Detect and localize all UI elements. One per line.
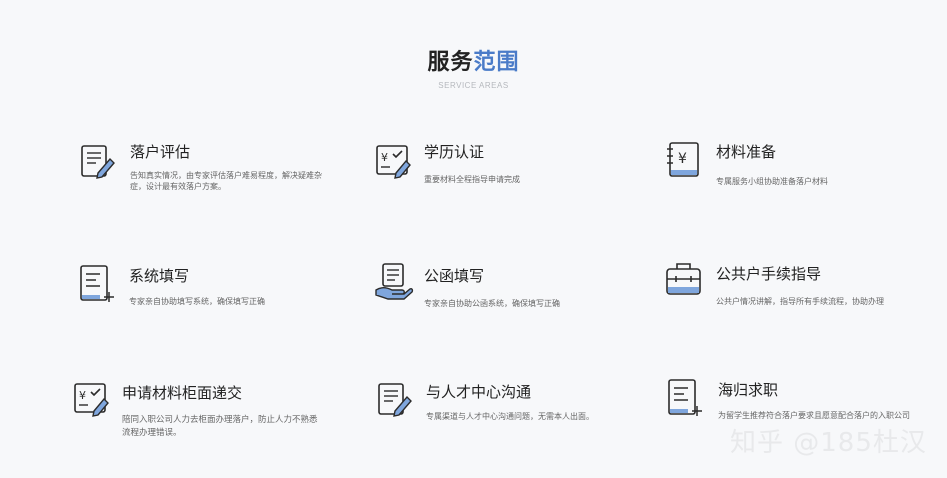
service-title: 落户评估 xyxy=(130,143,191,161)
service-title: 海归求职 xyxy=(718,381,779,399)
briefcase-icon xyxy=(664,260,704,300)
service-desc: 为留学生推荐符合落户要求且愿意配合落户的入职公司 xyxy=(718,411,910,420)
service-title: 学历认证 xyxy=(424,143,485,161)
svg-text:¥: ¥ xyxy=(381,151,388,164)
notebook-yuan-icon: ¥ xyxy=(664,140,704,180)
svg-text:¥: ¥ xyxy=(678,151,687,167)
watermark: 知乎 @185杜汉 xyxy=(730,428,927,458)
service-desc: 专家亲自协助公函系统，确保填写正确 xyxy=(424,299,560,308)
service-desc: 专家亲自协助填写系统，确保填写正确 xyxy=(129,297,265,306)
form-plus-icon xyxy=(78,264,118,304)
service-desc: 陪同入职公司人力去柜面办理落户，防止人力不熟悉流程办理错误。 xyxy=(122,415,318,438)
svg-text:¥: ¥ xyxy=(79,389,86,402)
service-title: 与人才中心沟通 xyxy=(426,383,532,401)
service-desc: 专属服务小组协助准备落户材料 xyxy=(716,177,828,186)
yuan-check-pencil-icon: ¥ xyxy=(72,380,112,420)
service-desc: 公共户情况讲解，指导所有手续流程，协助办理 xyxy=(716,297,884,306)
hand-document-icon xyxy=(374,262,414,302)
document-pencil-icon xyxy=(375,380,415,420)
document-pencil-icon xyxy=(78,142,118,182)
service-title: 申请材料柜面递交 xyxy=(122,384,243,402)
form-plus-icon xyxy=(666,378,706,418)
service-title: 系统填写 xyxy=(129,267,190,285)
service-title: 公共户手续指导 xyxy=(716,265,822,283)
service-title: 公函填写 xyxy=(424,267,485,285)
service-desc: 告知真实情况，由专家评估落户难易程度，解决疑难杂症，设计最有效落户方案。 xyxy=(130,171,322,191)
yuan-check-pencil-icon: ¥ xyxy=(374,142,414,182)
service-desc: 专属渠道与人才中心沟通问题，无需本人出面。 xyxy=(426,412,594,421)
title-part1: 服务 xyxy=(427,50,474,75)
title-part2: 范围 xyxy=(473,50,520,75)
section-title: 服务范围 xyxy=(0,44,947,76)
service-title: 材料准备 xyxy=(716,143,777,161)
section-subtitle: SERVICE AREAS xyxy=(438,81,509,90)
service-desc: 重要材料全程指导申请完成 xyxy=(424,175,520,184)
